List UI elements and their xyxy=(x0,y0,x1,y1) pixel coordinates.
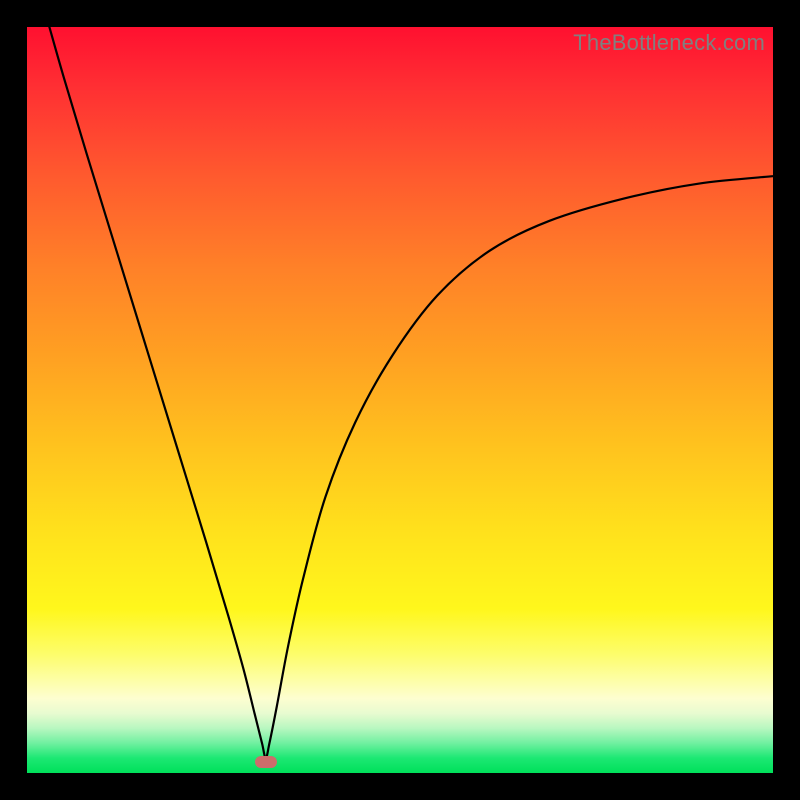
chart-frame: TheBottleneck.com xyxy=(0,0,800,800)
optimum-marker xyxy=(255,756,277,768)
plot-area: TheBottleneck.com xyxy=(27,27,773,773)
bottleneck-curve xyxy=(27,27,773,773)
